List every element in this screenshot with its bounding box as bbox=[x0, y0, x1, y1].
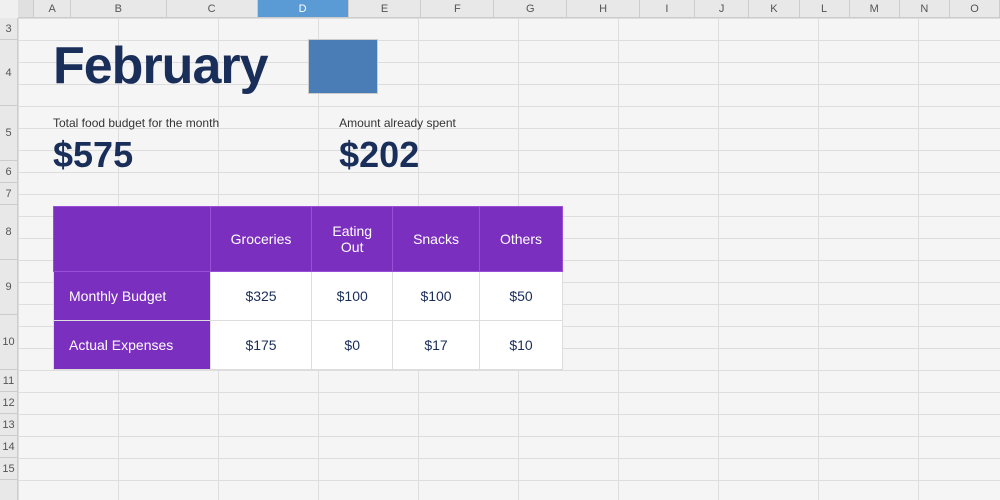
color-swatch bbox=[308, 39, 378, 94]
corner-cell bbox=[18, 0, 34, 17]
col-header-j: J bbox=[695, 0, 750, 17]
col-header-g: G bbox=[494, 0, 567, 17]
amount-spent-value: $202 bbox=[339, 134, 456, 176]
col-header-a: A bbox=[34, 0, 70, 17]
column-headers: A B C D E F G H I J K L M N O bbox=[18, 0, 1000, 18]
row-12: 12 bbox=[0, 392, 17, 414]
row-13: 13 bbox=[0, 414, 17, 436]
amount-spent-item: Amount already spent $202 bbox=[339, 116, 456, 176]
col-header-n: N bbox=[900, 0, 950, 17]
row-3: 3 bbox=[0, 18, 17, 40]
table-header-eating-out: Eating Out bbox=[312, 207, 393, 272]
table-header-row: Groceries Eating Out Snacks Others bbox=[54, 207, 563, 272]
monthly-budget-others[interactable]: $50 bbox=[479, 272, 562, 321]
col-header-e: E bbox=[349, 0, 422, 17]
col-header-k: K bbox=[749, 0, 799, 17]
monthly-budget-eating-out[interactable]: $100 bbox=[312, 272, 393, 321]
row-14: 14 bbox=[0, 436, 17, 458]
col-header-m: M bbox=[850, 0, 900, 17]
content-wrapper: February Total food budget for the month… bbox=[38, 28, 980, 378]
table-header-groceries: Groceries bbox=[210, 207, 312, 272]
title-row: February bbox=[53, 36, 965, 96]
col-header-h: H bbox=[567, 0, 640, 17]
total-budget-value: $575 bbox=[53, 134, 219, 176]
col-header-f: F bbox=[421, 0, 494, 17]
row-8: 8 bbox=[0, 205, 17, 260]
col-header-c: C bbox=[167, 0, 258, 17]
table-row-monthly-budget: Monthly Budget $325 $100 $100 $50 bbox=[54, 272, 563, 321]
budget-summary: Total food budget for the month $575 Amo… bbox=[53, 116, 965, 176]
budget-table: Groceries Eating Out Snacks Others Month… bbox=[53, 206, 563, 370]
row-headers: 3 4 5 6 7 8 9 10 11 12 13 14 15 bbox=[0, 18, 18, 500]
col-header-d: D bbox=[258, 0, 349, 17]
col-header-b: B bbox=[71, 0, 167, 17]
table-header-blank bbox=[54, 207, 211, 272]
col-header-l: L bbox=[800, 0, 850, 17]
total-budget-label: Total food budget for the month bbox=[53, 116, 219, 130]
row-9: 9 bbox=[0, 260, 17, 315]
amount-spent-label: Amount already spent bbox=[339, 116, 456, 130]
spreadsheet: A B C D E F G H I J K L M N O 3 4 5 6 7 … bbox=[0, 0, 1000, 500]
main-content: February Total food budget for the month… bbox=[18, 18, 1000, 500]
actual-expenses-groceries[interactable]: $175 bbox=[210, 321, 312, 370]
row-10: 10 bbox=[0, 315, 17, 370]
row-6: 6 bbox=[0, 161, 17, 183]
monthly-budget-snacks[interactable]: $100 bbox=[393, 272, 480, 321]
actual-expenses-label: Actual Expenses bbox=[54, 321, 211, 370]
total-budget-item: Total food budget for the month $575 bbox=[53, 116, 219, 176]
col-header-i: I bbox=[640, 0, 695, 17]
table-row-actual-expenses: Actual Expenses $175 $0 $17 $10 bbox=[54, 321, 563, 370]
row-15: 15 bbox=[0, 458, 17, 480]
actual-expenses-snacks[interactable]: $17 bbox=[393, 321, 480, 370]
table-header-others: Others bbox=[479, 207, 562, 272]
row-11: 11 bbox=[0, 370, 17, 392]
row-4: 4 bbox=[0, 40, 17, 106]
month-title: February bbox=[53, 36, 268, 96]
row-5: 5 bbox=[0, 106, 17, 161]
table-header-snacks: Snacks bbox=[393, 207, 480, 272]
col-header-o: O bbox=[950, 0, 1000, 17]
actual-expenses-others[interactable]: $10 bbox=[479, 321, 562, 370]
grid-area: 3 4 5 6 7 8 9 10 11 12 13 14 15 February bbox=[0, 18, 1000, 500]
monthly-budget-groceries[interactable]: $325 bbox=[210, 272, 312, 321]
actual-expenses-eating-out[interactable]: $0 bbox=[312, 321, 393, 370]
monthly-budget-label: Monthly Budget bbox=[54, 272, 211, 321]
row-7: 7 bbox=[0, 183, 17, 205]
